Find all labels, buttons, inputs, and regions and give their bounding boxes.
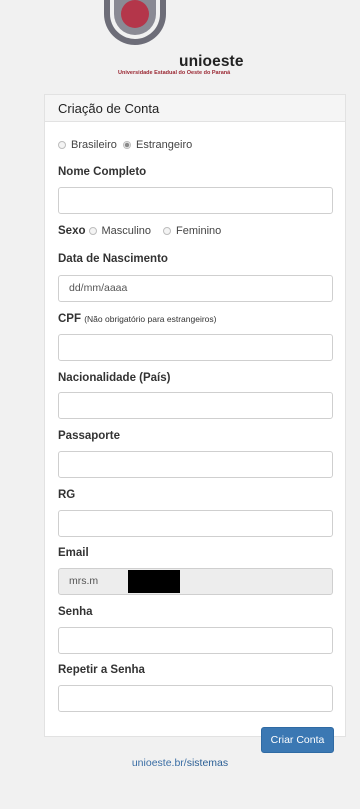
- radio-estrangeiro-circle[interactable]: [123, 141, 131, 149]
- email-label: Email: [58, 547, 89, 559]
- sexo-label: Sexo: [58, 225, 86, 237]
- nome-completo-input[interactable]: [58, 187, 333, 214]
- logo-name: unioeste: [179, 53, 244, 70]
- rg-input[interactable]: [58, 510, 333, 537]
- logo-subtitle: Universidade Estadual do Oeste do Paraná: [118, 70, 231, 76]
- footer-link[interactable]: unioeste.br/sistemas: [0, 757, 360, 769]
- unioeste-logo-mark: [104, 0, 166, 45]
- criar-conta-button[interactable]: Criar Conta: [261, 727, 334, 753]
- radio-masculino-label[interactable]: Masculino: [102, 225, 152, 237]
- nome-completo-label: Nome Completo: [58, 166, 147, 178]
- radio-brasileiro-circle[interactable]: [58, 141, 66, 149]
- radio-estrangeiro[interactable]: Estrangeiro: [123, 139, 192, 151]
- email-value: mrs.m: [69, 575, 99, 587]
- radio-brasileiro-label: Brasileiro: [71, 139, 117, 151]
- cpf-note: (Não obrigatório para estrangeiros): [84, 314, 217, 324]
- card-title: Criação de Conta: [45, 95, 345, 122]
- repetir-senha-label: Repetir a Senha: [58, 664, 145, 676]
- cpf-label-text: CPF: [58, 313, 81, 325]
- nacionalidade-input[interactable]: [58, 392, 333, 419]
- data-nascimento-label: Data de Nascimento: [58, 253, 168, 265]
- radio-brasileiro[interactable]: Brasileiro: [58, 139, 117, 151]
- passaporte-input[interactable]: [58, 451, 333, 478]
- senha-label: Senha: [58, 606, 93, 618]
- repetir-senha-input[interactable]: [58, 685, 333, 712]
- email-input: mrs.m: [58, 568, 333, 595]
- nacionalidade-label: Nacionalidade (País): [58, 372, 171, 384]
- radio-estrangeiro-label: Estrangeiro: [136, 139, 193, 151]
- radio-feminino-circle[interactable]: [163, 227, 172, 235]
- footer-link-prefix[interactable]: unioeste.br/: [132, 757, 187, 769]
- passaporte-label: Passaporte: [58, 430, 121, 442]
- senha-input[interactable]: [58, 627, 333, 654]
- radio-feminino-label[interactable]: Feminino: [176, 225, 221, 237]
- cpf-label: CPF (Não obrigatório para estrangeiros): [58, 313, 217, 325]
- data-nascimento-input[interactable]: dd/mm/aaaa: [58, 275, 333, 302]
- rg-label: RG: [58, 489, 76, 501]
- account-creation-card: Criação de Conta Brasileiro Estrangeiro …: [44, 94, 346, 753]
- logo: unioeste Universidade Estadual do Oeste …: [0, 0, 360, 84]
- cpf-input[interactable]: [58, 334, 333, 361]
- redaction-bar: [128, 570, 180, 593]
- radio-masculino-circle[interactable]: [88, 227, 97, 235]
- sexo-group: Sexo Masculino Feminino: [58, 225, 221, 237]
- footer-link-sistemas[interactable]: sistemas: [187, 757, 228, 769]
